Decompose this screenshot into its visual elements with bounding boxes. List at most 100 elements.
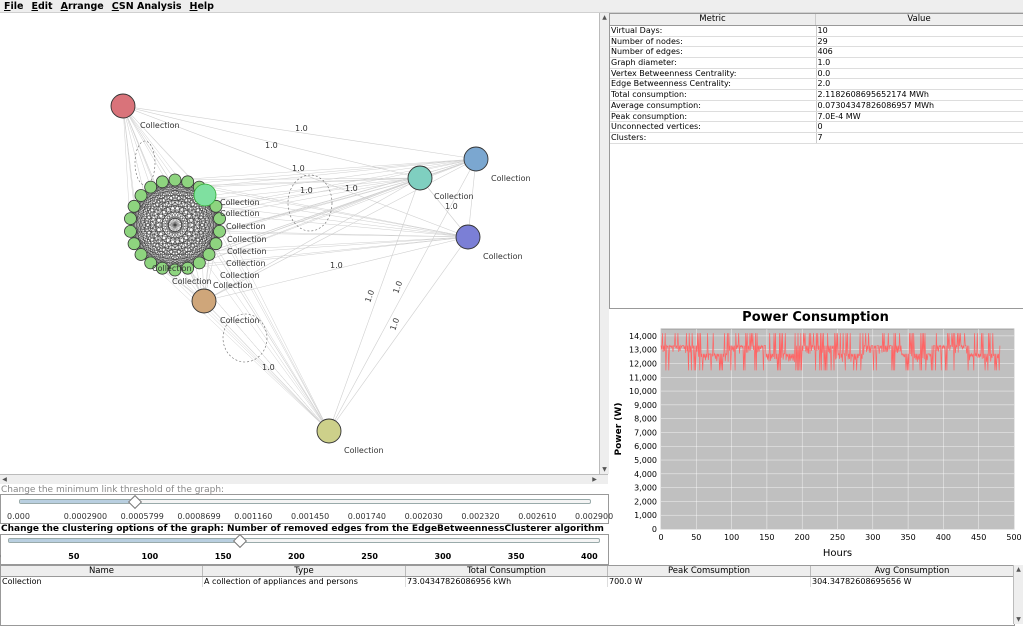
cluster-node	[169, 174, 181, 186]
cluster-node	[128, 238, 140, 250]
metrics-row[interactable]: Number of nodes:29	[610, 37, 1023, 48]
threshold-tick-label: 0.002610	[518, 512, 558, 521]
menu-csn-analysis[interactable]: CSN Analysis	[112, 1, 182, 12]
cluster-node	[128, 200, 140, 212]
threshold-tick-label: 0.0008699	[177, 512, 217, 521]
table-scroll-down-icon[interactable]: ▼	[1014, 615, 1023, 624]
cluster-node-label: Collection	[152, 264, 192, 273]
metrics-row[interactable]: Peak consumption:7.0E-4 MW	[610, 112, 1023, 123]
collection-node-label: Collection	[344, 446, 384, 455]
collection-node	[317, 419, 341, 443]
menu-file[interactable]: File	[4, 1, 23, 12]
metric-column-header[interactable]: Metric	[610, 14, 816, 25]
graph-vertical-scrollbar[interactable]: ▲ ▼	[599, 13, 609, 474]
graph-edge	[329, 178, 420, 431]
metrics-row[interactable]: Average consumption:0.07304347826086957 …	[610, 101, 1023, 112]
menu-bar: File Edit Arrange CSN Analysis Help	[0, 0, 1023, 13]
metrics-row[interactable]: Graph diameter:1.0	[610, 58, 1023, 69]
metric-name: Number of edges:	[610, 47, 817, 57]
collection-table-header: Name Type Total Consumption Peak Comsump…	[1, 566, 1014, 577]
edge-weight-label: 1.0	[445, 202, 458, 211]
metrics-row[interactable]: Number of edges:406	[610, 47, 1023, 58]
cluster-node-label: Collection	[172, 277, 212, 286]
metrics-row[interactable]: Vertex Betweenness Centrality:0.0	[610, 69, 1023, 80]
y-tick-label: 4,000	[634, 470, 657, 479]
clustering-tick-label: 250	[361, 552, 401, 561]
value-column-header[interactable]: Value	[816, 14, 1022, 25]
graph-canvas[interactable]: 1.01.01.01.01.01.01.01.01.01.01.0Collect…	[0, 13, 598, 474]
threshold-tick-label: 0.001740	[348, 512, 388, 521]
clustering-tick-label: 150	[215, 552, 255, 561]
metrics-row[interactable]: Edge Betweenness Centrality:2.0	[610, 79, 1023, 90]
table-scroll-up-icon[interactable]: ▲	[1014, 565, 1023, 574]
table-row[interactable]: Collection A collection of appliances an…	[1, 577, 1014, 587]
collection-node-label: Collection	[491, 174, 531, 183]
col-header-peak[interactable]: Peak Comsumption	[608, 566, 811, 576]
clustering-slider-thumb[interactable]	[233, 534, 247, 548]
cluster-node-label: Collection	[220, 198, 260, 207]
cluster-node	[135, 190, 147, 202]
metric-name: Graph diameter:	[610, 58, 817, 68]
clustering-tick-label: 100	[142, 552, 182, 561]
metric-value: 2.0	[817, 79, 1023, 89]
edge-weight-label: 1.0	[292, 164, 305, 173]
clustering-slider-fill	[9, 539, 239, 542]
cluster-node	[124, 213, 136, 225]
threshold-tick-label: 0.002030	[405, 512, 445, 521]
graph-svg[interactable]: 1.01.01.01.01.01.01.01.01.01.01.0Collect…	[0, 13, 598, 474]
metric-name: Number of nodes:	[610, 37, 817, 47]
collection-node	[192, 289, 216, 313]
menu-arrange[interactable]: Arrange	[61, 1, 104, 12]
table-vertical-scrollbar[interactable]: ▲ ▼	[1013, 565, 1023, 624]
metrics-header: Metric Value	[610, 14, 1023, 26]
metric-value: 1.0	[817, 58, 1023, 68]
edge-weight-label: 1.0	[262, 363, 275, 372]
collection-node-label: Collection	[483, 252, 523, 261]
edge-weight-label: 1.0	[363, 289, 376, 304]
metric-name: Average consumption:	[610, 101, 817, 111]
metric-name: Vertex Betweenness Centrality:	[610, 69, 817, 79]
metric-value: 10	[817, 26, 1023, 36]
edge-weight-label: 1.0	[330, 261, 343, 270]
y-tick-label: 3,000	[634, 484, 657, 493]
edge-weight-label: 1.0	[265, 141, 278, 150]
y-tick-label: 7,000	[634, 428, 657, 437]
cluster-node	[214, 225, 226, 237]
metrics-row[interactable]: Total consumption:2.1182608695652174 MWh	[610, 90, 1023, 101]
graph-edge	[329, 237, 468, 431]
menu-edit[interactable]: Edit	[31, 1, 52, 12]
scroll-down-arrow-icon[interactable]: ▼	[600, 465, 609, 474]
cluster-node	[203, 248, 215, 260]
col-header-name[interactable]: Name	[1, 566, 203, 576]
y-tick-label: 13,000	[629, 346, 657, 355]
cluster-node-label: Collection	[220, 271, 260, 280]
col-header-total[interactable]: Total Consumption	[406, 566, 608, 576]
metric-name: Total consumption:	[610, 90, 817, 100]
threshold-slider-thumb[interactable]	[128, 495, 142, 509]
col-header-type[interactable]: Type	[203, 566, 406, 576]
cluster-node-label: Collection	[226, 222, 266, 231]
x-tick-label: 200	[795, 533, 810, 542]
edge-weight-label: 1.0	[391, 280, 404, 295]
y-tick-label: 1,000	[634, 511, 657, 520]
edge-weight-label: 1.0	[300, 186, 313, 195]
metrics-row[interactable]: Unconnected vertices:0	[610, 122, 1023, 133]
scroll-left-arrow-icon[interactable]: ◀	[0, 475, 9, 484]
metric-name: Peak consumption:	[610, 112, 817, 122]
collection-table: Name Type Total Consumption Peak Comsump…	[0, 565, 1015, 626]
clustering-tick-label: 350	[508, 552, 548, 561]
metric-name: Edge Betweenness Centrality:	[610, 79, 817, 89]
graph-horizontal-scrollbar[interactable]: ◀ ▶	[0, 474, 608, 484]
cluster-node-label: Collection	[226, 259, 266, 268]
metrics-row[interactable]: Clusters:7	[610, 133, 1023, 144]
col-header-avg[interactable]: Avg Consumption	[811, 566, 1014, 576]
metric-value: 7	[817, 133, 1023, 143]
scroll-right-arrow-icon[interactable]: ▶	[590, 475, 599, 484]
scroll-up-arrow-icon[interactable]: ▲	[600, 13, 609, 22]
y-tick-label: 9,000	[634, 401, 657, 410]
metrics-row[interactable]: Virtual Days:10	[610, 26, 1023, 37]
cell-type: A collection of appliances and persons	[203, 577, 406, 587]
cluster-node-label: Collection	[213, 281, 253, 290]
y-tick-label: 6,000	[634, 442, 657, 451]
menu-help[interactable]: Help	[190, 1, 214, 12]
